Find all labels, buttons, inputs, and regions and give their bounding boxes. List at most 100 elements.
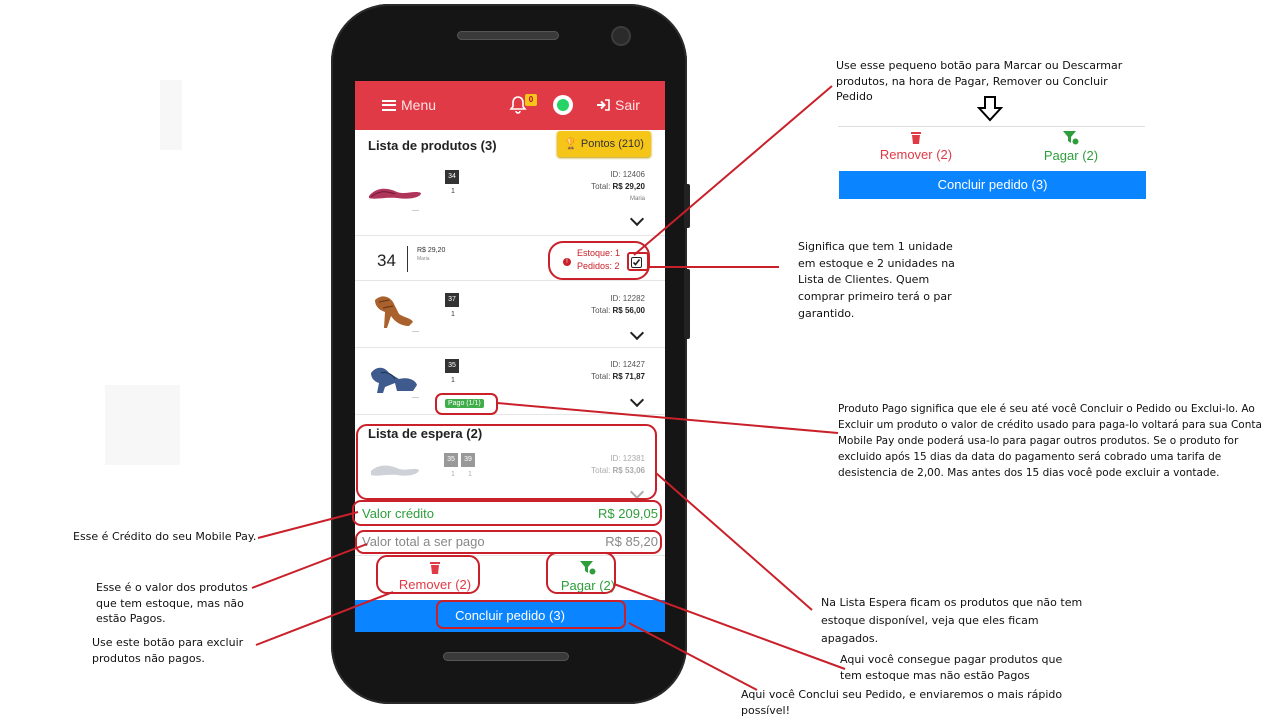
tutorial-canvas: Menu 0 Sair Lista de produtos (3) 🏆 Pont…: [0, 0, 1280, 726]
waiting-note: Na Lista Espera ficam os produtos que nã…: [821, 596, 1083, 645]
whatsapp-icon[interactable]: [553, 95, 573, 115]
orders-count: Pedidos: 2: [577, 261, 620, 271]
remove-label: Remover (2): [398, 577, 472, 592]
size-badge: 34: [445, 170, 459, 184]
phone-button: [684, 184, 690, 228]
total-label: Valor total a ser pago: [362, 534, 485, 549]
customer-name: Maria: [629, 196, 645, 202]
paid-note: Produto Pago significa que ele é seu até…: [838, 403, 1262, 479]
chevron-down-icon[interactable]: [629, 484, 645, 500]
detail-price: R$ 29,20: [417, 247, 446, 254]
chevron-down-icon[interactable]: [629, 325, 645, 341]
phone-camera: [611, 26, 631, 46]
total-note: Esse é o valor dos produtos que tem esto…: [96, 581, 248, 626]
product-id: ID: 12427: [610, 360, 645, 369]
chevron-down-icon[interactable]: [629, 211, 645, 227]
quantity: 1: [451, 311, 455, 318]
product-meta: ID: 12427 Total: R$ 71,87: [591, 359, 645, 383]
credit-note: Esse é Crédito do seu Mobile Pay.: [73, 530, 257, 543]
separator-mark: ―: [412, 394, 419, 401]
hamburger-icon: [382, 99, 396, 111]
total-label: Total:: [591, 182, 611, 191]
size-badge: 39: [461, 453, 475, 467]
stock-info: Estoque: 1 Pedidos: 2: [577, 247, 620, 273]
product-id: ID: 12381: [610, 454, 645, 463]
app-screen: Menu 0 Sair Lista de produtos (3) 🏆 Pont…: [355, 81, 665, 632]
products-title: Lista de produtos (3): [368, 138, 497, 153]
shoe-image: [369, 188, 421, 199]
phone-button: [684, 269, 690, 339]
product-row[interactable]: 35 1 ― ID: 12427 Total: R$ 71,87: [355, 349, 665, 415]
actions-bar: Remover (2) Pagar (2): [355, 555, 665, 599]
quantity: 1: [451, 188, 455, 195]
points-button[interactable]: 🏆 Pontos (210): [557, 131, 651, 157]
credit-label: Valor crédito: [362, 506, 435, 521]
top-bar: Menu 0 Sair: [355, 81, 665, 130]
remove-note: Use este botão para excluir produtos não…: [92, 636, 244, 665]
preview-checkout-button[interactable]: Concluir pedido (3): [839, 171, 1146, 199]
product-total: R$ 53,06: [612, 466, 645, 475]
stock-note: Significa que tem 1 unidade em estoque e…: [798, 240, 955, 320]
background-smudge: [105, 385, 180, 465]
phone-mic: [443, 652, 569, 661]
total-label: Total:: [591, 306, 611, 315]
exit-label: Sair: [615, 97, 640, 113]
credit-line: Valor crédito R$ 209,05: [362, 506, 660, 521]
trash-icon: [430, 562, 440, 574]
phone-speaker: [457, 31, 559, 40]
preview-pay-button[interactable]: Pagar (2): [1036, 131, 1106, 163]
preview-remove-label: Remover (2): [879, 147, 953, 162]
product-detail-row: 34 R$ 29,20 Maria ! Estoque: 1 Pedidos: …: [355, 237, 665, 281]
size-badge: 35: [445, 359, 459, 373]
preview-remove-button[interactable]: Remover (2): [876, 131, 956, 162]
quantity: 1: [451, 377, 455, 384]
trash-icon: [911, 132, 921, 144]
pay-label: Pagar (2): [560, 578, 616, 593]
stock-count: Estoque: 1: [577, 248, 621, 258]
chevron-down-icon[interactable]: [629, 392, 645, 408]
notification-badge: 0: [525, 94, 537, 106]
checkout-note: Aqui você Conclui seu Pedido, e enviarem…: [741, 688, 1063, 717]
waiting-row[interactable]: 35 39 1 1 ID: 12381 Total: R$ 53,06: [355, 445, 665, 500]
product-row[interactable]: 34 1 ― ID: 12406 Total: R$ 29,20 Maria: [355, 162, 665, 236]
preview-pay-label: Pagar (2): [1043, 148, 1099, 163]
separator-mark: ―: [412, 207, 419, 214]
product-row[interactable]: 37 1 ― ID: 12282 Total: R$ 56,00: [355, 282, 665, 348]
points-label: Pontos (210): [580, 138, 644, 150]
product-total: R$ 56,00: [612, 306, 645, 315]
product-total: R$ 71,87: [612, 372, 645, 381]
pay-note: Aqui você consegue pagar produtos que te…: [840, 653, 1063, 682]
shoe-image: [375, 296, 413, 328]
preview-divider: [838, 126, 1145, 127]
detail-divider: [407, 246, 408, 272]
total-line: Valor total a ser pago R$ 85,20: [362, 534, 660, 549]
shoe-image: [371, 465, 419, 476]
remove-button[interactable]: Remover (2): [393, 561, 477, 592]
total-label: Total:: [591, 466, 611, 475]
menu-button[interactable]: Menu: [382, 97, 436, 113]
product-total: R$ 29,20: [612, 182, 645, 191]
checkout-button[interactable]: Concluir pedido (3): [355, 600, 665, 632]
quantity: 1: [468, 471, 472, 478]
total-label: Total:: [591, 372, 611, 381]
size-badge: 37: [445, 293, 459, 307]
menu-label: Menu: [401, 97, 437, 113]
credit-value: R$ 209,05: [598, 506, 658, 521]
product-id: ID: 12406: [610, 170, 645, 179]
exit-button[interactable]: Sair: [596, 97, 640, 113]
product-id: ID: 12282: [610, 294, 645, 303]
separator-mark: ―: [412, 328, 419, 335]
quantity: 1: [451, 471, 455, 478]
total-value: R$ 85,20: [605, 534, 658, 549]
waiting-list-title: Lista de espera (2): [368, 426, 483, 441]
detail-size: 34: [377, 251, 396, 270]
detail-customer: Maria: [417, 256, 430, 262]
select-checkbox[interactable]: [631, 257, 642, 268]
product-meta: ID: 12282 Total: R$ 56,00: [591, 293, 645, 317]
waiting-meta: ID: 12381 Total: R$ 53,06: [591, 453, 645, 477]
check-icon: [632, 259, 641, 266]
pay-button[interactable]: Pagar (2): [553, 561, 623, 593]
filter-dollar-icon: [580, 561, 597, 576]
product-meta: ID: 12406 Total: R$ 29,20 Maria: [591, 169, 645, 205]
sign-in-icon: [597, 99, 610, 111]
